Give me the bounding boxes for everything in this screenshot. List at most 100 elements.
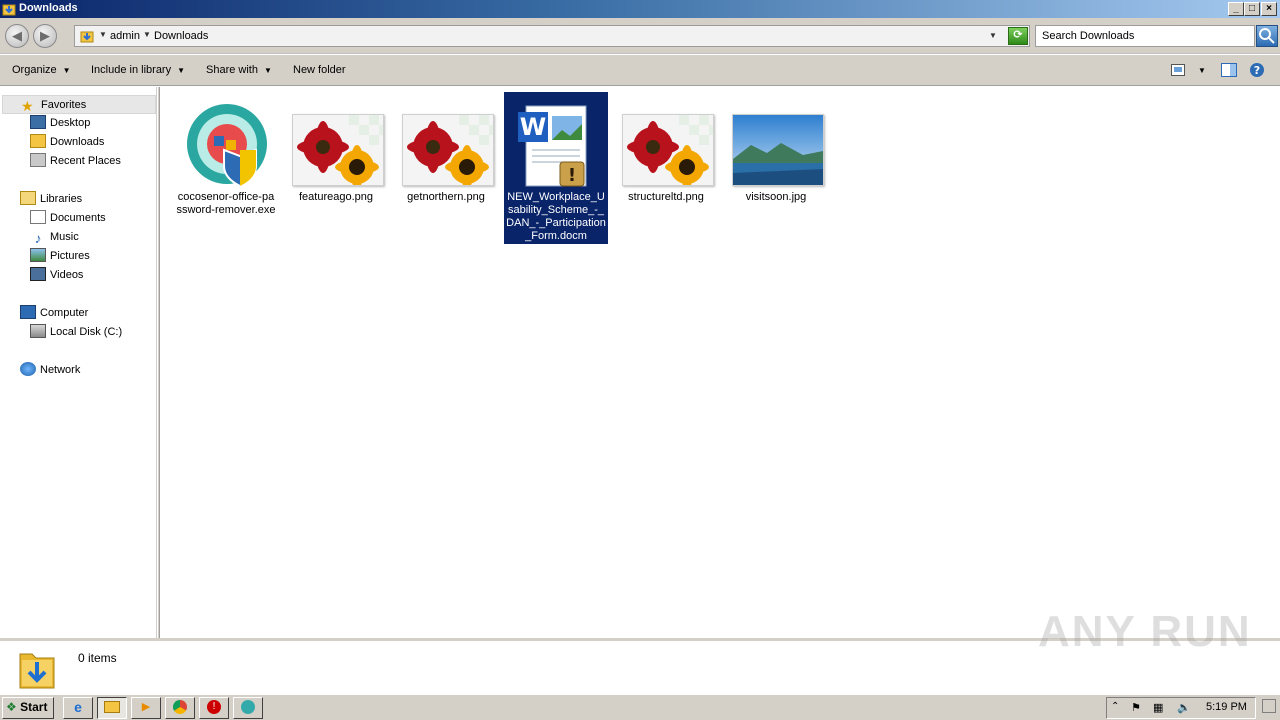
image-thumbnail (292, 114, 384, 189)
nav-downloads[interactable]: Downloads (30, 133, 104, 152)
item-count: 0 items (78, 651, 117, 665)
windows-logo-icon: ❖ (6, 700, 17, 714)
help-icon[interactable]: ? (1249, 62, 1265, 78)
pictures-icon (30, 248, 46, 262)
nav-network[interactable]: Network (20, 361, 80, 380)
downloads-folder-icon (19, 653, 55, 689)
close-button[interactable]: × (1261, 2, 1277, 16)
nav-pictures[interactable]: Pictures (30, 247, 90, 266)
taskbar-media-player-icon[interactable]: ▶ (131, 697, 161, 719)
flower-image-icon (403, 115, 493, 189)
new-folder-button[interactable]: New folder (293, 64, 346, 76)
nav-music[interactable]: ♪ Music (30, 228, 79, 247)
word-document-icon: W ! (518, 105, 587, 187)
file-item[interactable]: visitsoon.jpg (724, 92, 828, 244)
title-bar: Downloads _ □ × (0, 0, 1280, 18)
file-name: visitsoon.jpg (745, 191, 807, 203)
chevron-down-icon: ▼ (263, 66, 272, 75)
taskbar-stop-icon[interactable]: ! (199, 697, 229, 719)
clock[interactable]: 5:19 PM (1206, 701, 1247, 713)
command-bar: Organize ▼ Include in library ▼ Share with… (0, 55, 1280, 86)
nav-libraries[interactable]: Libraries (20, 190, 82, 209)
chevron-down-icon: ▼ (62, 66, 71, 75)
taskbar-app-icon[interactable] (233, 697, 263, 719)
file-name: NEW_Workplace_Usability_Scheme_-_DAN_-_P… (506, 191, 606, 242)
tray-expand-icon[interactable]: ⌃ (1111, 701, 1119, 712)
preview-pane-icon[interactable] (1221, 63, 1237, 77)
breadcrumb-downloads[interactable]: Downloads (154, 30, 208, 42)
taskbar: ❖ Start e ▶ ! ⌃ ⚑ ▦ 🔈 5:19 PM (0, 694, 1280, 720)
recent-places-icon (30, 153, 46, 167)
maximize-button[interactable]: □ (1244, 2, 1260, 16)
share-with-button[interactable]: Share with ▼ (206, 64, 272, 76)
taskbar-chrome-icon[interactable] (165, 697, 195, 719)
file-name: structureltd.png (628, 191, 704, 203)
folder-downloads-icon (2, 4, 16, 16)
nav-local-disk[interactable]: Local Disk (C:) (30, 323, 122, 342)
nav-documents[interactable]: Documents (30, 209, 106, 228)
back-button[interactable]: ◀ (5, 24, 29, 48)
network-tray-icon[interactable]: ▦ (1153, 701, 1163, 714)
search-icon[interactable] (1256, 25, 1278, 47)
videos-icon (30, 267, 46, 281)
nav-desktop[interactable]: Desktop (30, 114, 90, 133)
image-thumbnail (402, 114, 494, 189)
nav-videos[interactable]: Videos (30, 266, 83, 285)
network-icon (20, 362, 36, 376)
nav-recent-places[interactable]: Recent Places (30, 152, 121, 171)
application-exe-icon (187, 104, 267, 188)
action-center-flag-icon[interactable]: ⚑ (1131, 701, 1141, 714)
landscape-image-icon (733, 115, 823, 185)
hard-drive-icon (30, 324, 46, 338)
taskbar-explorer-icon[interactable] (97, 697, 127, 719)
file-item-selected[interactable]: W ! NEW_Workplace_Usability_Scheme_-_DAN… (504, 92, 608, 244)
file-name: featureago.png (298, 191, 373, 203)
svg-text:!: ! (568, 165, 576, 186)
flower-image-icon (623, 115, 713, 189)
music-note-icon: ♪ (34, 230, 42, 246)
image-thumbnail (732, 114, 824, 186)
minimize-button[interactable]: _ (1228, 2, 1244, 16)
refresh-icon[interactable]: ⟳ (1008, 27, 1028, 45)
libraries-icon (20, 191, 36, 205)
file-name: getnorthern.png (407, 191, 485, 203)
breadcrumb-admin[interactable]: admin (110, 30, 140, 42)
address-box[interactable]: ▼ admin ▼ Downloads ▼ (74, 25, 1030, 47)
organize-button[interactable]: Organize ▼ (12, 64, 71, 76)
address-dropdown-icon[interactable]: ▼ (989, 31, 997, 40)
svg-text:?: ? (1254, 64, 1260, 77)
star-icon: ★ (21, 98, 34, 114)
search-input[interactable]: Search Downloads (1035, 25, 1255, 47)
taskbar-ie-icon[interactable]: e (63, 697, 93, 719)
include-in-library-button[interactable]: Include in library ▼ (91, 64, 185, 76)
svg-text:W: W (520, 113, 546, 141)
file-name: cocosenor-office-password-remover.exe (176, 191, 276, 216)
show-desktop-button[interactable] (1262, 699, 1276, 713)
volume-icon[interactable]: 🔈 (1177, 701, 1191, 714)
breadcrumb-separator-icon[interactable]: ▼ (143, 30, 151, 39)
view-options-chevron-icon[interactable]: ▼ (1198, 66, 1206, 75)
file-list-view[interactable]: cocosenor-office-password-remover.exe fe… (160, 87, 1280, 638)
downloads-folder-icon (30, 134, 46, 148)
forward-button[interactable]: ▶ (33, 24, 57, 48)
nav-favorites[interactable]: ★ Favorites (2, 95, 156, 114)
start-button[interactable]: ❖ Start (2, 697, 54, 719)
documents-icon (30, 210, 46, 224)
address-bar-row: ◀ ▶ ▼ admin ▼ Downloads ▼ ⟳ Search Downl… (0, 18, 1280, 54)
computer-icon (20, 305, 36, 319)
folder-icon (80, 31, 94, 43)
flower-image-icon (293, 115, 383, 189)
change-view-icon[interactable] (1171, 64, 1185, 76)
navigation-pane: ★ Favorites Desktop Downloads Recent Plac… (0, 87, 157, 638)
file-item[interactable]: structureltd.png (614, 92, 718, 244)
watermark-logo: ANY RUN (1038, 607, 1252, 656)
image-thumbnail (622, 114, 714, 189)
desktop-icon (30, 115, 46, 129)
file-item[interactable]: getnorthern.png (394, 92, 498, 244)
breadcrumb-separator-icon[interactable]: ▼ (99, 30, 107, 39)
nav-computer[interactable]: Computer (20, 304, 88, 323)
window-title: Downloads (19, 2, 78, 14)
file-item[interactable]: cocosenor-office-password-remover.exe (174, 92, 278, 244)
chevron-down-icon: ▼ (177, 66, 186, 75)
file-item[interactable]: featureago.png (284, 92, 388, 244)
